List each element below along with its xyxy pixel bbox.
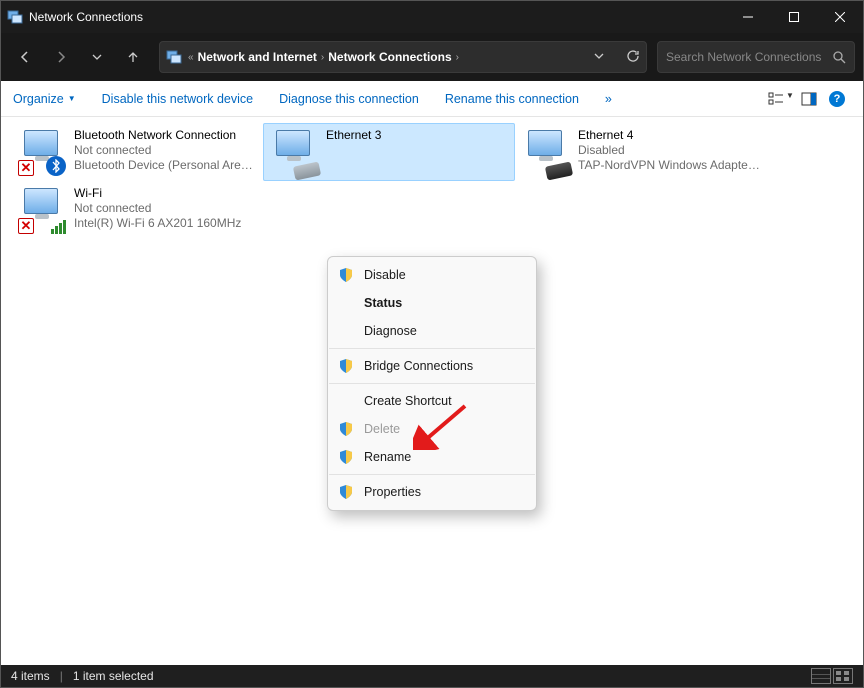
breadcrumb-seg-1[interactable]: Network and Internet xyxy=(198,50,317,64)
wifi-bars-icon xyxy=(51,220,66,234)
app-icon xyxy=(1,9,29,25)
refresh-button[interactable] xyxy=(626,49,640,66)
connection-item[interactable]: ✕ Wi-FiNot connectedIntel(R) Wi-Fi 6 AX20… xyxy=(11,181,263,239)
connection-status: Disabled xyxy=(578,143,760,158)
location-icon xyxy=(166,49,182,65)
shield-icon xyxy=(338,484,354,500)
ethernet-cable-icon xyxy=(293,161,321,180)
context-menu-label: Rename xyxy=(364,450,411,464)
up-button[interactable] xyxy=(117,41,149,73)
connection-status: Not connected xyxy=(74,143,256,158)
address-bar[interactable]: « Network and Internet › Network Connect… xyxy=(159,41,647,73)
connection-item[interactable]: ✕ Bluetooth Network ConnectionNot connect… xyxy=(11,123,263,181)
context-menu-item-bridge-connections[interactable]: Bridge Connections xyxy=(328,352,536,380)
context-menu-item-rename[interactable]: Rename xyxy=(328,443,536,471)
context-menu-item-properties[interactable]: Properties xyxy=(328,478,536,506)
chevron-right-icon: › xyxy=(456,52,459,63)
connection-device: Bluetooth Device (Personal Area ... xyxy=(74,158,256,173)
close-button[interactable] xyxy=(817,1,863,33)
context-menu-item-create-shortcut[interactable]: Create Shortcut xyxy=(328,387,536,415)
context-menu: Disable Status Diagnose Bridge Connections C… xyxy=(327,256,537,511)
connection-item[interactable]: Ethernet 4DisabledTAP-NordVPN Windows Ad… xyxy=(515,123,767,181)
content-area: ✕Bluetooth Network ConnectionNot connect… xyxy=(1,117,863,665)
shield-icon xyxy=(338,421,354,437)
context-menu-separator xyxy=(329,348,535,349)
connection-text: Bluetooth Network ConnectionNot connecte… xyxy=(74,128,256,176)
ethernet-cable-icon xyxy=(545,161,573,180)
context-menu-label: Bridge Connections xyxy=(364,359,473,373)
adapter-icon: ✕ xyxy=(18,128,66,176)
connection-status: Not connected xyxy=(74,201,241,216)
forward-button[interactable] xyxy=(45,41,77,73)
navbar: « Network and Internet › Network Connect… xyxy=(1,33,863,81)
search-input[interactable]: Search Network Connections xyxy=(657,41,855,73)
preview-pane-button[interactable] xyxy=(795,91,823,107)
search-icon xyxy=(832,50,846,64)
connection-item[interactable]: Ethernet 3 xyxy=(263,123,515,181)
recent-dropdown[interactable] xyxy=(81,41,113,73)
status-selected-count: 1 item selected xyxy=(73,669,154,683)
disconnected-icon: ✕ xyxy=(18,218,34,234)
context-menu-separator xyxy=(329,474,535,475)
chevron-right-icon: › xyxy=(321,52,324,63)
diagnose-connection-button[interactable]: Diagnose this connection xyxy=(279,92,419,106)
address-dropdown[interactable] xyxy=(594,50,604,64)
connection-device: Intel(R) Wi-Fi 6 AX201 160MHz xyxy=(74,216,241,231)
shield-icon xyxy=(338,449,354,465)
connection-text: Ethernet 4DisabledTAP-NordVPN Windows Ad… xyxy=(578,128,760,176)
bluetooth-icon xyxy=(46,156,66,176)
context-menu-separator xyxy=(329,383,535,384)
organize-menu[interactable]: Organize ▼ xyxy=(13,92,76,106)
connection-device: TAP-NordVPN Windows Adapter ... xyxy=(578,158,760,173)
command-bar: Organize ▼ Disable this network device D… xyxy=(1,81,863,117)
help-button[interactable]: ? xyxy=(823,91,851,107)
view-large-icons-button[interactable] xyxy=(833,668,853,684)
toolbar-overflow[interactable]: » xyxy=(605,92,612,106)
context-menu-item-status[interactable]: Status xyxy=(328,289,536,317)
breadcrumb-seg-2[interactable]: Network Connections xyxy=(328,50,451,64)
connection-text: Ethernet 3 xyxy=(326,128,381,176)
status-item-count: 4 items xyxy=(11,669,50,683)
adapter-icon xyxy=(270,128,318,176)
connection-text: Wi-FiNot connectedIntel(R) Wi-Fi 6 AX201… xyxy=(74,186,241,234)
adapter-icon: ✕ xyxy=(18,186,66,234)
context-menu-label: Disable xyxy=(364,268,406,282)
search-placeholder: Search Network Connections xyxy=(666,50,832,64)
view-options-button[interactable]: ▼ xyxy=(767,91,795,107)
adapter-icon xyxy=(522,128,570,176)
rename-connection-button[interactable]: Rename this connection xyxy=(445,92,579,106)
titlebar: Network Connections xyxy=(1,1,863,33)
maximize-button[interactable] xyxy=(771,1,817,33)
shield-icon xyxy=(338,358,354,374)
connection-name: Wi-Fi xyxy=(74,186,241,201)
view-details-button[interactable] xyxy=(811,668,831,684)
shield-icon xyxy=(338,267,354,283)
disconnected-icon: ✕ xyxy=(18,160,34,176)
context-menu-item-disable[interactable]: Disable xyxy=(328,261,536,289)
breadcrumb-prefix[interactable]: « xyxy=(188,52,194,63)
window-title: Network Connections xyxy=(29,10,725,24)
disable-device-button[interactable]: Disable this network device xyxy=(102,92,253,106)
context-menu-item-delete: Delete xyxy=(328,415,536,443)
status-bar: 4 items | 1 item selected xyxy=(1,665,863,687)
context-menu-label: Create Shortcut xyxy=(364,394,452,408)
connection-name: Ethernet 3 xyxy=(326,128,381,143)
minimize-button[interactable] xyxy=(725,1,771,33)
context-menu-label: Diagnose xyxy=(364,324,417,338)
context-menu-label: Properties xyxy=(364,485,421,499)
context-menu-item-diagnose[interactable]: Diagnose xyxy=(328,317,536,345)
connection-name: Bluetooth Network Connection xyxy=(74,128,256,143)
back-button[interactable] xyxy=(9,41,41,73)
context-menu-label: Status xyxy=(364,296,402,310)
connection-name: Ethernet 4 xyxy=(578,128,760,143)
context-menu-label: Delete xyxy=(364,422,400,436)
